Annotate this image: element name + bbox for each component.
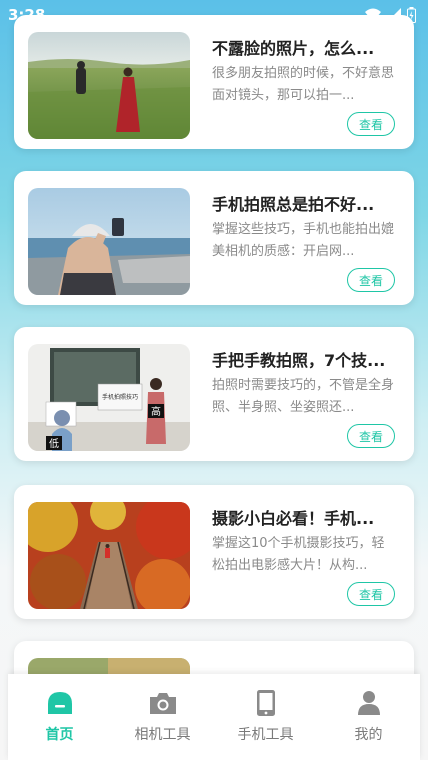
autumn-bridge-photo (28, 502, 190, 609)
article-summary: 掌握这些技巧，手机也能拍出媲美相机的质感：开启网... (212, 222, 395, 259)
article-thumbnail (28, 32, 190, 139)
article-card[interactable]: 摄影小白必看！手机... 掌握这10个手机摄影技巧，轻松拍出电影感大片！从构..… (14, 485, 414, 619)
article-thumbnail: 手机拍照技巧 低 高 (28, 344, 190, 451)
article-card[interactable]: 不露脸的照片，怎么... 很多朋友拍照的时候，不好意思面对镜头，那可以拍一...… (14, 15, 414, 149)
tab-camera-tools[interactable]: 相机工具 (111, 674, 214, 760)
view-button[interactable]: 查看 (347, 424, 395, 448)
gallery-pose-comparison-photo: 手机拍照技巧 低 高 (28, 344, 190, 451)
article-title: 手把手教拍照，7个技... (212, 351, 386, 370)
tab-label: 相机工具 (134, 727, 191, 743)
low-angle-tag: 低 (49, 437, 59, 450)
article-title: 不露脸的照片，怎么... (212, 39, 375, 58)
view-button[interactable]: 查看 (347, 582, 395, 606)
poster-caption: 手机拍照技巧 (102, 393, 138, 401)
article-thumbnail (28, 502, 190, 609)
tab-label: 我的 (354, 727, 383, 743)
article-title: 摄影小白必看！手机... (212, 509, 375, 528)
battery-icon (407, 7, 416, 23)
article-summary: 掌握这10个手机摄影技巧，轻松拍出电影感大片！从构... (212, 536, 385, 573)
status-bar: 3:28 (0, 0, 428, 30)
article-feed[interactable]: 不露脸的照片，怎么... 很多朋友拍照的时候，不好意思面对镜头，那可以拍一...… (0, 0, 428, 760)
grassland-couple-photo (28, 32, 190, 139)
home-icon (45, 688, 75, 718)
phone-icon (251, 688, 281, 718)
status-icons (365, 7, 416, 23)
tab-mine[interactable]: 我的 (317, 674, 420, 760)
wifi-icon (365, 8, 381, 22)
article-summary: 很多朋友拍照的时候，不好意思面对镜头，那可以拍一... (212, 66, 395, 103)
high-angle-tag: 高 (151, 405, 161, 418)
article-thumbnail (28, 188, 190, 295)
bottom-tab-bar: 首页 相机工具 手机工具 我的 (8, 674, 420, 760)
tab-label: 手机工具 (237, 727, 294, 743)
signal-icon (387, 8, 401, 22)
article-summary: 拍照时需要技巧的，不管是全身照、半身照、坐姿照还... (212, 378, 395, 415)
view-button[interactable]: 查看 (347, 112, 395, 136)
tab-home[interactable]: 首页 (8, 674, 111, 760)
status-time: 3:28 (8, 6, 46, 24)
article-card[interactable]: 手机拍照总是拍不好... 掌握这些技巧，手机也能拍出媲美相机的质感：开启网...… (14, 171, 414, 305)
tab-phone-tools[interactable]: 手机工具 (214, 674, 317, 760)
article-card[interactable]: 手机拍照技巧 低 高 手把手教拍照，7个技... 拍照时需要技巧的，不管是全身照… (14, 327, 414, 461)
view-button[interactable]: 查看 (347, 268, 395, 292)
user-icon (354, 688, 384, 718)
seaside-photographer-photo (28, 188, 190, 295)
article-title: 手机拍照总是拍不好... (212, 195, 375, 214)
tab-label: 首页 (45, 727, 74, 743)
camera-icon (148, 688, 178, 718)
